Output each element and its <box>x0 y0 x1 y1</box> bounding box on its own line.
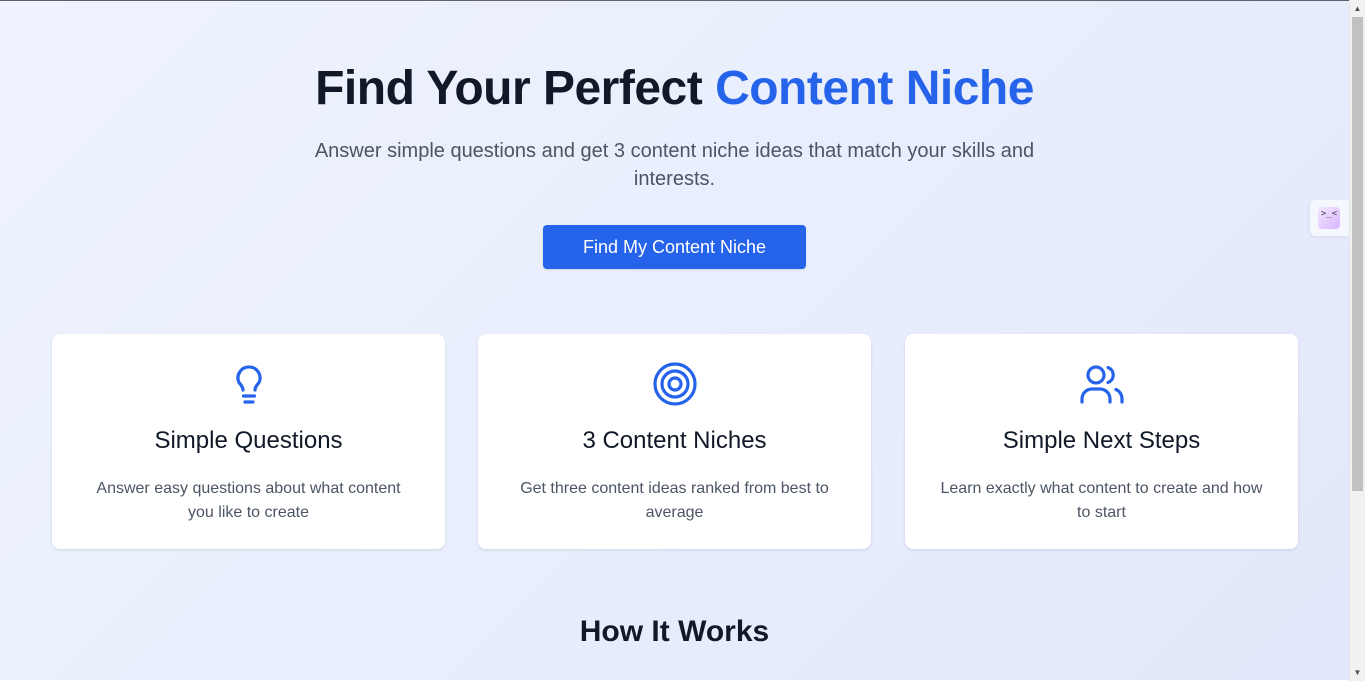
scroll-up-arrow-icon[interactable]: ▲ <box>1350 1 1365 17</box>
scrollbar-thumb[interactable] <box>1352 17 1363 491</box>
extension-widget[interactable]: >_< <box>1310 200 1349 236</box>
hero-section: Find Your Perfect Content Niche Answer s… <box>0 59 1349 193</box>
page-viewport: Find Your Perfect Content Niche Answer s… <box>0 0 1349 680</box>
feature-title: 3 Content Niches <box>582 427 767 454</box>
page-title: Find Your Perfect Content Niche <box>0 59 1349 119</box>
lightbulb-icon <box>235 365 262 404</box>
feature-card-next-steps: Simple Next Steps Learn exactly what con… <box>905 334 1298 549</box>
feature-title: Simple Questions <box>154 427 343 454</box>
vertical-scrollbar[interactable]: ▲ ▼ <box>1349 0 1365 681</box>
feature-title: Simple Next Steps <box>1002 427 1201 454</box>
how-it-works-heading: How It Works <box>579 615 770 648</box>
feature-card-content-niches: 3 Content Niches Get three content ideas… <box>478 334 871 549</box>
extension-icon[interactable]: >_< <box>1318 207 1340 229</box>
target-icon <box>652 362 697 406</box>
scroll-down-arrow-icon[interactable]: ▼ <box>1350 665 1365 681</box>
page-title-main: Find Your Perfect <box>315 62 716 115</box>
feature-card-simple-questions: Simple Questions Answer easy questions a… <box>52 334 445 549</box>
users-icon <box>1079 365 1124 404</box>
find-niche-button[interactable]: Find My Content Niche <box>543 225 806 269</box>
feature-description: Answer easy questions about what content… <box>96 480 401 521</box>
hero-subtitle: Answer simple questions and get 3 conten… <box>314 140 1035 190</box>
page-title-accent: Content Niche <box>715 62 1034 115</box>
feature-description: Get three content ideas ranked from best… <box>520 480 829 521</box>
feature-description: Learn exactly what content to create and… <box>940 480 1263 521</box>
